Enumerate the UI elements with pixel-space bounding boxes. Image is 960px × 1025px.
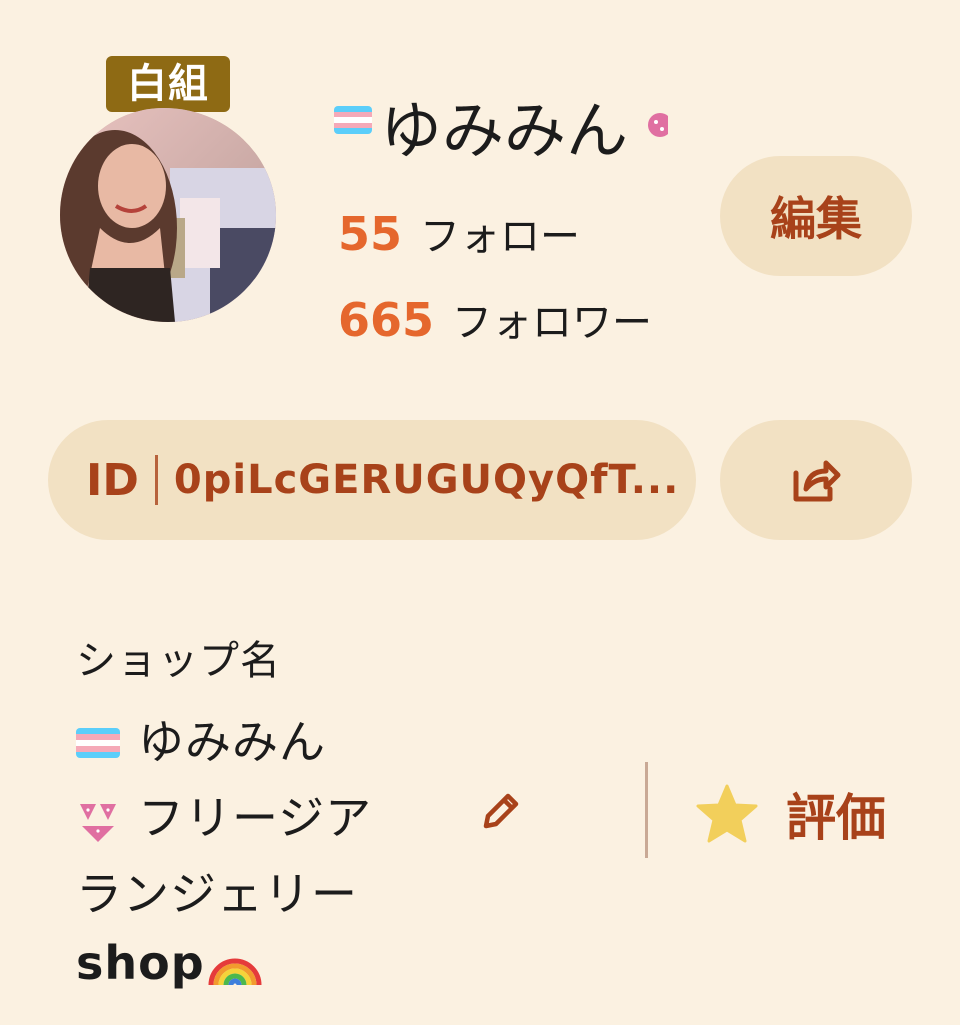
follow-stat[interactable]: 55 フォロー xyxy=(338,204,580,262)
shop-name-text-1: ゆみみん xyxy=(138,715,326,769)
rainbow-icon xyxy=(208,958,262,985)
shop-name-line-1: ゆみみん xyxy=(76,706,326,772)
shop-name-text-2: フリージア xyxy=(138,791,373,845)
share-button[interactable] xyxy=(720,420,912,540)
profile-name: ゆみみん xyxy=(380,94,629,160)
id-separator xyxy=(154,455,158,505)
team-badge: 白組 xyxy=(106,56,230,112)
shop-name-line-2: フリージア xyxy=(76,782,372,848)
edit-shop-name-button[interactable] xyxy=(470,782,530,842)
profile-name-row: ゆみみん xyxy=(334,80,674,160)
transgender-flag-icon xyxy=(334,106,372,134)
follower-stat[interactable]: 665 フォロワー xyxy=(338,290,652,348)
edit-button[interactable]: 編集 xyxy=(720,156,912,276)
user-id-pill[interactable]: ID 0piLcGERUGUQyQfT... xyxy=(48,420,696,540)
avatar-photo xyxy=(60,108,276,322)
star-icon xyxy=(696,784,758,843)
shop-name-text-3: ランジェリー xyxy=(76,867,358,921)
shop-name-line-4: shop xyxy=(76,936,263,990)
follow-count: 55 xyxy=(338,207,403,261)
rating-label: 評価 xyxy=(786,789,886,847)
transgender-flag-icon xyxy=(76,727,120,758)
shop-name-line-3: ランジェリー xyxy=(76,858,358,924)
bikini-icon xyxy=(648,113,669,137)
shop-name-label: ショップ名 xyxy=(76,638,281,684)
follower-count: 665 xyxy=(338,293,435,347)
divider xyxy=(645,762,648,858)
shop-name-text-4: shop xyxy=(76,936,205,990)
avatar[interactable] xyxy=(60,108,276,322)
follower-label: フォロワー xyxy=(452,300,653,346)
share-icon xyxy=(793,460,841,502)
follow-label: フォロー xyxy=(420,214,581,260)
id-label: ID xyxy=(86,454,139,506)
bikini-icon xyxy=(80,803,116,842)
id-value: 0piLcGERUGUQyQfT... xyxy=(173,457,680,503)
rating-button[interactable]: 評価 xyxy=(694,774,886,854)
pencil-icon xyxy=(483,793,519,829)
